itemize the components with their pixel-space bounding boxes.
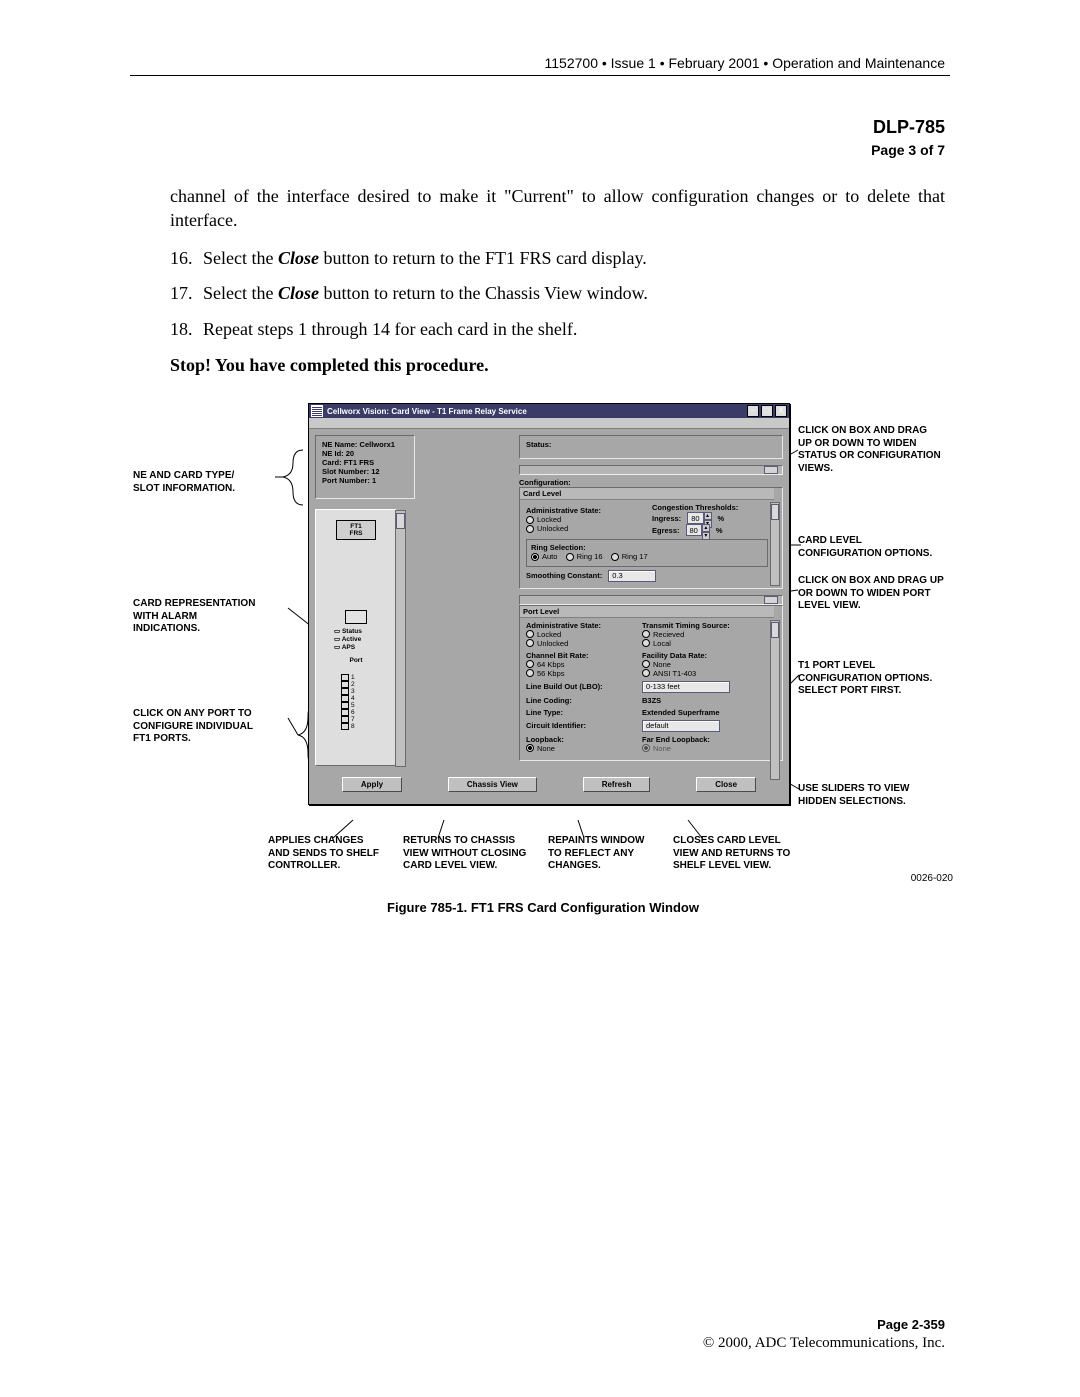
portlevel-scroll[interactable]: [770, 620, 780, 780]
running-head: 1152700 • Issue 1 • February 2001 • Oper…: [545, 55, 945, 71]
stop-line: Stop! You have completed this procedure.: [170, 354, 945, 378]
step-17-text: Select the Close button to return to the…: [203, 282, 945, 306]
callout-drag-port: CLICK ON BOX AND DRAG UPOR DOWN TO WIDEN…: [798, 575, 988, 613]
admin-locked[interactable]: Locked: [526, 515, 640, 524]
lcode-val: B3ZS: [642, 696, 661, 705]
callout-drag-status: CLICK ON BOX AND DRAGUP OR DOWN TO WIDEN…: [798, 425, 968, 475]
close-window-button[interactable]: X: [775, 405, 787, 417]
intro-paragraph: channel of the interface desired to make…: [170, 185, 945, 233]
step-18-num: 18.: [170, 318, 203, 342]
status-drag-handle[interactable]: [519, 465, 783, 475]
callout-chassis: RETURNS TO CHASSISVIEW WITHOUT CLOSINGCA…: [403, 835, 563, 873]
step-18-text: Repeat steps 1 through 14 for each card …: [203, 318, 945, 342]
dlp-code: DLP-785: [871, 117, 945, 138]
egress-spin[interactable]: 80▴▾: [686, 524, 710, 536]
card-graphic: FT1FRS ▭ Status ▭ Active ▭ APS Port 1 2 …: [315, 509, 397, 766]
port-locked[interactable]: Locked: [526, 630, 630, 639]
chassis-button[interactable]: Chassis View: [448, 777, 537, 792]
callout-ne-info: NE AND CARD TYPE/SLOT INFORMATION.: [133, 470, 283, 495]
circ-input[interactable]: default: [642, 720, 720, 732]
page-number: Page 2-359: [545, 1317, 945, 1332]
cardlevel-scroll[interactable]: [770, 502, 780, 586]
apply-button[interactable]: Apply: [342, 777, 402, 792]
loop-none[interactable]: None: [526, 744, 555, 753]
farloop-none: None: [642, 744, 671, 753]
admin-unlocked[interactable]: Unlocked: [526, 524, 640, 533]
ring-17[interactable]: Ring 17: [611, 552, 648, 561]
window-title: Cellworx Vision: Card View - T1 Frame Re…: [327, 407, 527, 416]
card-scrollbar[interactable]: [395, 510, 406, 767]
menubar[interactable]: [309, 418, 789, 429]
refresh-button[interactable]: Refresh: [583, 777, 651, 792]
step-16-num: 16.: [170, 247, 203, 271]
tts-local[interactable]: Local: [642, 639, 724, 648]
fdr-none[interactable]: None: [642, 660, 701, 669]
callout-apply: APPLIES CHANGESAND SENDS TO SHELFCONTROL…: [268, 835, 413, 873]
config-label: Configuration:: [519, 478, 783, 487]
tts-recv[interactable]: Recieved: [642, 630, 724, 639]
ne-info-panel: NE Name: Cellworx1 NE Id: 20 Card: FT1 F…: [315, 435, 415, 499]
callout-refresh: REPAINTS WINDOWTO REFLECT ANYCHANGES.: [548, 835, 688, 873]
figure-ref-no: 0026-020: [911, 873, 953, 884]
lbo-dd[interactable]: 0-133 feet: [642, 681, 730, 693]
step-16-text: Select the Close button to return to the…: [203, 247, 945, 271]
callout-t1-port: T1 PORT LEVELCONFIGURATION OPTIONS.SELEC…: [798, 660, 988, 698]
card-chip: FT1FRS: [336, 520, 376, 540]
figure-caption: Figure 785-1. FT1 FRS Card Configuration…: [133, 900, 953, 915]
titlebar[interactable]: Cellworx Vision: Card View - T1 Frame Re…: [309, 404, 789, 418]
step-17-num: 17.: [170, 282, 203, 306]
close-button[interactable]: Close: [696, 777, 756, 792]
port-level-panel: Port Level Administrative State: Locked …: [519, 605, 783, 762]
status-panel: Status:: [519, 435, 783, 459]
port-list[interactable]: 1 2 3 4 5 6 7 8: [341, 674, 371, 730]
callout-card-level: CARD LEVELCONFIGURATION OPTIONS.: [798, 535, 978, 560]
maximize-button[interactable]: □: [761, 405, 773, 417]
callout-card-rep: CARD REPRESENTATIONWITH ALARMINDICATIONS…: [133, 598, 293, 636]
ring-auto[interactable]: Auto: [531, 552, 557, 561]
sysmenu-icon[interactable]: [311, 405, 323, 417]
callout-sliders: USE SLIDERS TO VIEWHIDDEN SELECTIONS.: [798, 783, 968, 808]
callout-close: CLOSES CARD LEVELVIEW AND RETURNS TOSHEL…: [673, 835, 833, 873]
port-drag-handle[interactable]: [519, 595, 783, 605]
ring-16[interactable]: Ring 16: [566, 552, 603, 561]
smoothing-input[interactable]: 0.3: [608, 570, 656, 582]
minimize-button[interactable]: –: [747, 405, 759, 417]
app-window: Cellworx Vision: Card View - T1 Frame Re…: [308, 403, 790, 805]
copyright: © 2000, ADC Telecommunications, Inc.: [545, 1335, 945, 1352]
callout-ports: CLICK ON ANY PORT TOCONFIGURE INDIVIDUAL…: [133, 708, 293, 746]
cbr-56[interactable]: 56 Kbps: [526, 669, 630, 678]
fdr-ansi[interactable]: ANSI T1-403: [642, 669, 701, 678]
card-level-panel: Card Level Administrative State: Locked …: [519, 487, 783, 589]
ltype-val: Extended Superframe: [642, 708, 720, 717]
cbr-64[interactable]: 64 Kbps: [526, 660, 630, 669]
header-rule: [130, 75, 950, 76]
ingress-spin[interactable]: 80▴▾: [687, 512, 711, 524]
port-unlocked[interactable]: Unlocked: [526, 639, 630, 648]
page-of: Page 3 of 7: [871, 142, 945, 158]
